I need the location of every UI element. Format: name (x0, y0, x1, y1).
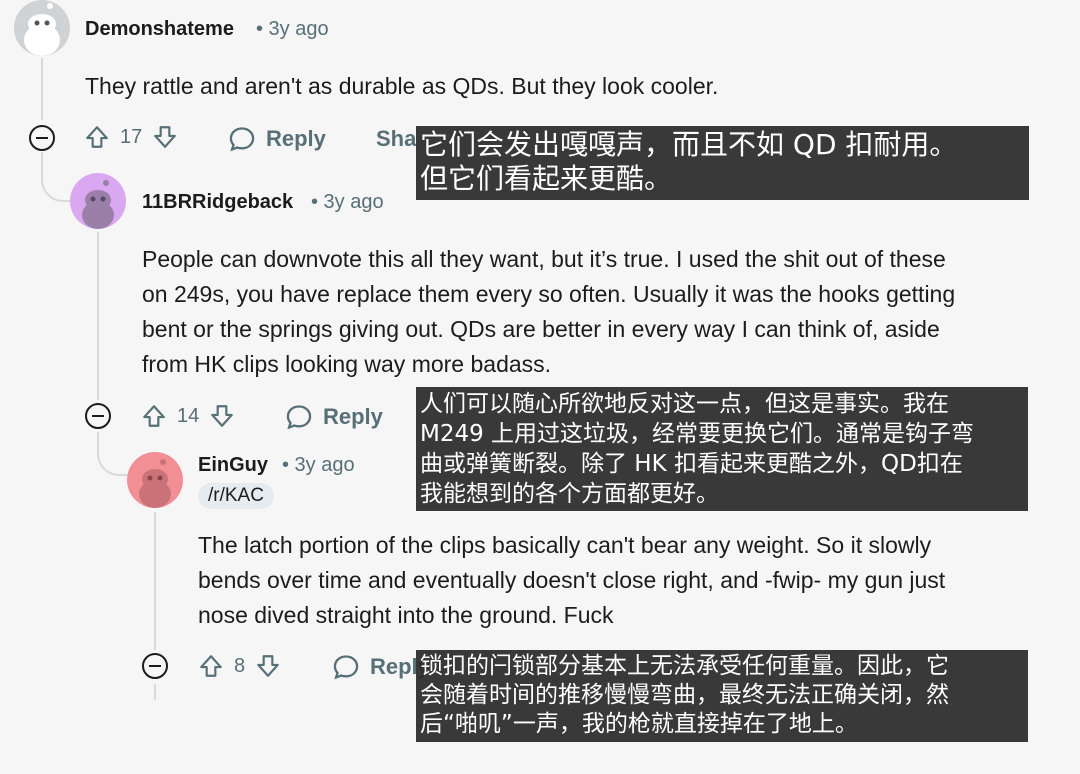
upvote-icon[interactable] (198, 653, 224, 679)
snoo-avatar-icon (82, 180, 114, 229)
comment-author[interactable]: Demonshateme (85, 18, 234, 41)
downvote-icon[interactable] (255, 653, 281, 679)
translation-line: 锁扣的闩锁部分基本上无法承受任何重量。因此，它 (420, 653, 949, 679)
reply-button[interactable]: Reply (228, 125, 326, 153)
thread-line (97, 232, 99, 400)
thread-connector (97, 432, 129, 476)
thread-line (154, 684, 156, 700)
comment-body-line: from HK clips looking way more badass. (142, 351, 552, 377)
upvote-icon[interactable] (84, 124, 110, 150)
vote-count: 8 (234, 654, 246, 677)
comment-body-line: nose dived straight into the ground. Fuc… (198, 602, 614, 628)
vote-count: 17 (120, 125, 143, 148)
collapse-thread-button[interactable] (29, 125, 55, 151)
vote-bar: 17 (84, 124, 178, 150)
reply-button[interactable]: Reply (285, 403, 383, 431)
avatar[interactable] (14, 0, 70, 56)
reply-label: Reply (323, 404, 383, 429)
translation-line: 后“啪叽”一声，我的枪就直接掉在了地上。 (420, 711, 858, 737)
comment-bubble-icon (286, 405, 312, 430)
comment-body-line: People can downvote this all they want, … (142, 246, 946, 272)
comment-timestamp: • 3y ago (311, 191, 384, 213)
upvote-icon[interactable] (141, 403, 167, 429)
comment-body-line: The latch portion of the clips basically… (198, 532, 932, 558)
thread-line (154, 512, 156, 650)
share-label: Share (376, 126, 418, 151)
collapse-thread-button[interactable] (142, 653, 168, 679)
downvote-icon[interactable] (152, 124, 178, 150)
share-button[interactable]: Share (368, 125, 418, 153)
thread-connector (41, 152, 73, 202)
translation-line: 会随着时间的推移慢慢弯曲，最终无法正确关闭，然 (420, 682, 949, 708)
collapse-thread-button[interactable] (85, 403, 111, 429)
reply-label: Reply (266, 126, 326, 151)
translation-line: M249 上用过这垃圾，经常要更换它们。通常是钩子弯 (420, 421, 975, 447)
comment-body-line: bent or the springs giving out. QDs are … (142, 316, 940, 342)
comment-bubble-icon (333, 655, 359, 680)
avatar[interactable] (127, 452, 183, 508)
translation-line: 人们可以随心所欲地反对这一点，但这是事实。我在 (420, 391, 949, 417)
downvote-icon[interactable] (209, 403, 235, 429)
comment-body-line: bends over time and eventually doesn't c… (198, 567, 946, 593)
comment-author[interactable]: 11BRRidgeback (142, 191, 293, 214)
comment-body-line: on 249s, you have replace them every so … (142, 281, 956, 307)
comment-bubble-icon (229, 127, 255, 152)
avatar[interactable] (70, 173, 126, 229)
translation-line: 我能想到的各个方面都更好。 (420, 481, 719, 507)
translation-line: 但它们看起来更酷。 (420, 162, 673, 195)
thread-line (41, 58, 43, 120)
user-flair: /r/KAC (198, 483, 274, 509)
comment-body: They rattle and aren't as durable as QDs… (85, 73, 719, 99)
comment-body: The latch portion of the clips basically… (198, 528, 945, 633)
snoo-avatar-icon (139, 459, 171, 508)
translation-line: 曲或弹簧断裂。除了 HK 扣看起来更酷之外，QD扣在 (420, 451, 963, 477)
vote-count: 14 (177, 404, 200, 427)
vote-bar: 8 (198, 653, 281, 679)
translation-overlay: 人们可以随心所欲地反对这一点，但这是事实。我在 M249 上用过这垃圾，经常要更… (416, 387, 1028, 511)
vote-bar: 14 (141, 403, 235, 429)
comment-body: People can downvote this all they want, … (142, 242, 955, 382)
translation-overlay: 锁扣的闩锁部分基本上无法承受任何重量。因此，它 会随着时间的推移慢慢弯曲，最终无… (416, 650, 1028, 742)
comment-author[interactable]: EinGuy (198, 454, 268, 477)
snoo-avatar-icon (24, 3, 60, 56)
comment-timestamp: • 3y ago (282, 454, 355, 476)
translation-overlay: 它们会发出嘎嘎声，而且不如 QD 扣耐用。 但它们看起来更酷。 (416, 126, 1029, 200)
comment-timestamp: • 3y ago (256, 18, 329, 40)
translation-line: 它们会发出嘎嘎声，而且不如 QD 扣耐用。 (420, 128, 958, 161)
